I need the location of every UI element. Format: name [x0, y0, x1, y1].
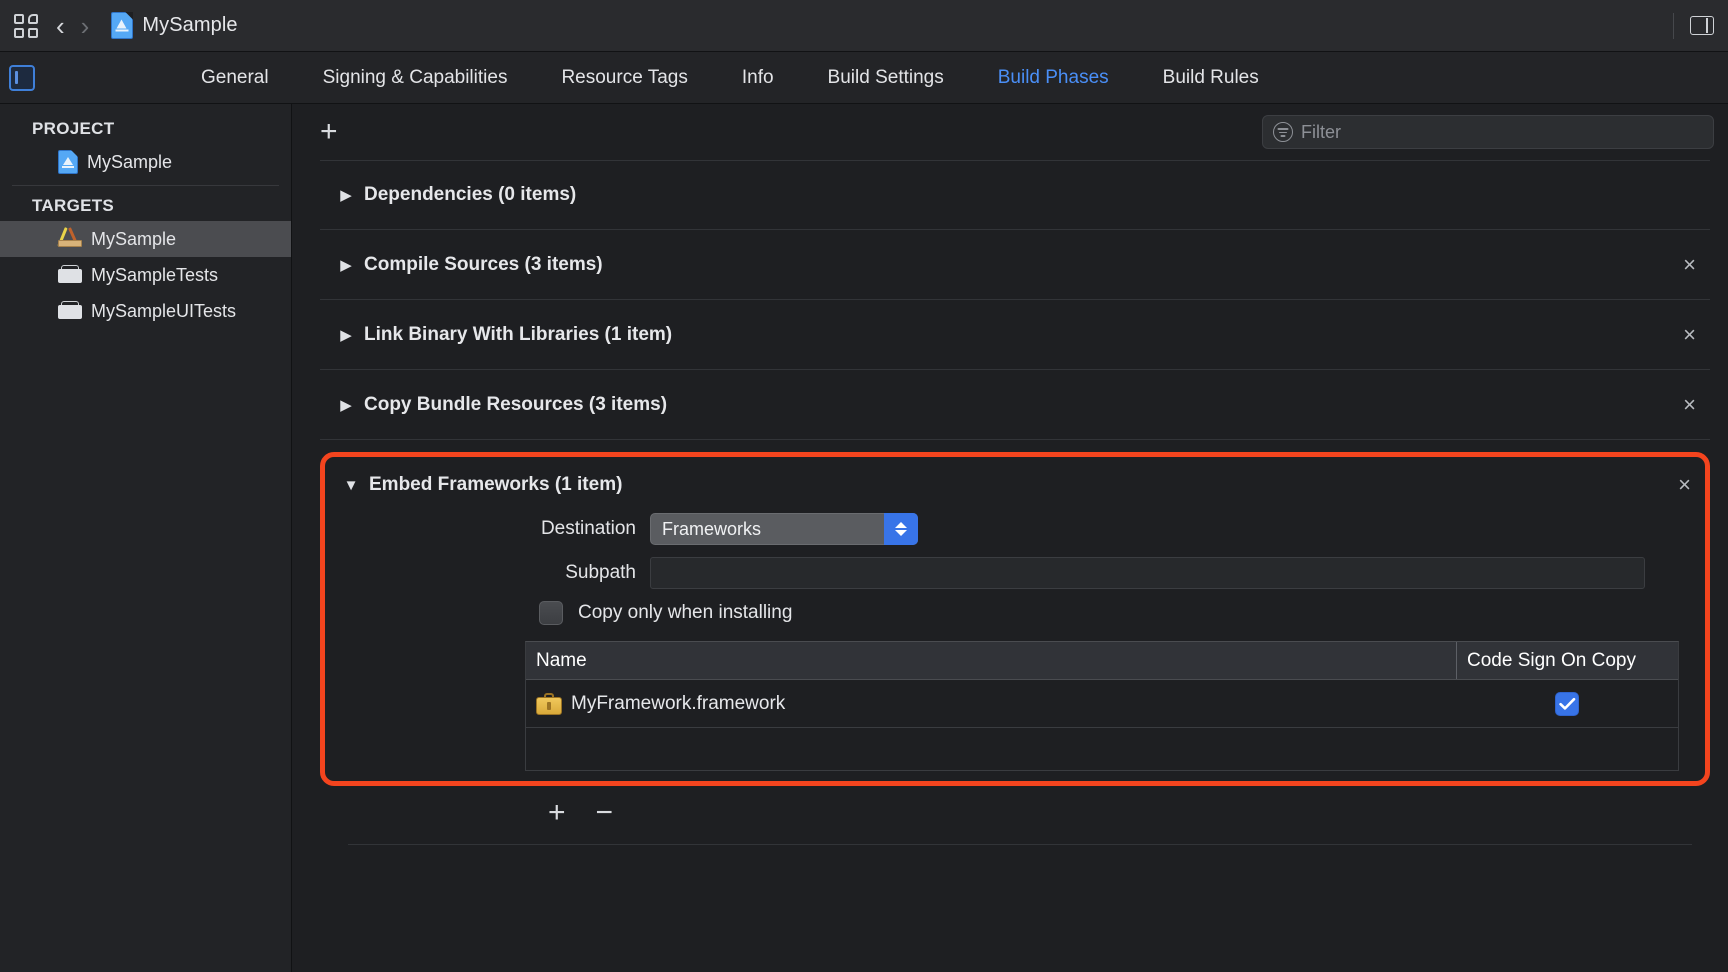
editor-tab-bar: General Signing & Capabilities Resource …: [0, 52, 1728, 104]
sidebar-item-target-mysampletests[interactable]: MySampleTests: [0, 257, 291, 293]
chevron-down-icon[interactable]: ▼: [340, 477, 362, 494]
embed-frameworks-add-remove-controls: + −: [320, 786, 1710, 828]
chevron-right-icon[interactable]: ▶: [335, 326, 357, 344]
subpath-label: Subpath: [565, 562, 636, 583]
test-target-icon: [58, 263, 82, 287]
right-panel-toggle-icon[interactable]: [1690, 16, 1714, 35]
close-icon[interactable]: ×: [1678, 472, 1691, 498]
chevron-right-icon[interactable]: ▶: [335, 396, 357, 414]
destination-select[interactable]: Frameworks: [650, 513, 918, 545]
phase-row-embed-frameworks[interactable]: ▼ Embed Frameworks (1 item) ×: [325, 457, 1705, 513]
tab-build-settings[interactable]: Build Settings: [801, 67, 971, 89]
phase-row-dependencies[interactable]: ▶ Dependencies (0 items): [320, 160, 1710, 230]
grid-squares-icon[interactable]: [14, 13, 40, 39]
copy-only-when-installing-row: Copy only when installing: [325, 601, 1705, 625]
phase-title: Embed Frameworks (1 item): [369, 474, 623, 495]
code-sign-on-copy-checkbox[interactable]: [1555, 691, 1579, 716]
sidebar-item-label: MySampleTests: [91, 264, 219, 285]
plus-icon[interactable]: +: [548, 798, 566, 828]
framework-name: MyFramework.framework: [571, 692, 786, 714]
window-toolbar: ‹ › MySample: [0, 0, 1728, 52]
document-title: MySample: [142, 14, 238, 36]
tab-signing-capabilities[interactable]: Signing & Capabilities: [296, 67, 535, 89]
destination-label: Destination: [540, 518, 636, 539]
destination-row: Destination Frameworks: [325, 513, 1705, 545]
sidebar-section-project: PROJECT: [32, 119, 115, 138]
column-header-name[interactable]: Name: [526, 650, 1456, 672]
phase-title: Compile Sources (3 items): [364, 253, 603, 275]
column-header-code-sign-on-copy[interactable]: Code Sign On Copy: [1456, 642, 1678, 679]
subpath-row: Subpath: [325, 557, 1705, 589]
phase-list: ▶ Dependencies (0 items) ▶ Compile Sourc…: [292, 160, 1728, 972]
copy-only-checkbox[interactable]: [539, 601, 563, 625]
tab-build-rules[interactable]: Build Rules: [1136, 67, 1286, 89]
phase-row-link-binary-with-libraries[interactable]: ▶ Link Binary With Libraries (1 item) ×: [320, 300, 1710, 370]
copy-only-label: Copy only when installing: [578, 602, 793, 623]
embed-frameworks-phase-highlight: ▼ Embed Frameworks (1 item) × Destinatio…: [320, 452, 1710, 786]
close-icon[interactable]: ×: [1683, 322, 1696, 348]
sidebar-item-label: MySampleUITests: [91, 300, 237, 321]
close-icon[interactable]: ×: [1683, 392, 1696, 418]
chevron-right-icon[interactable]: ▶: [335, 256, 357, 274]
close-icon[interactable]: ×: [1683, 252, 1696, 278]
embedded-frameworks-table: Name Code Sign On Copy MyFramework.frame…: [525, 641, 1679, 771]
test-target-icon: [58, 299, 82, 323]
phase-title: Link Binary With Libraries (1 item): [364, 323, 673, 345]
minus-icon[interactable]: −: [596, 798, 614, 828]
chevron-left-icon[interactable]: ‹: [56, 13, 65, 39]
phase-title: Copy Bundle Resources (3 items): [364, 393, 668, 415]
tab-info[interactable]: Info: [715, 67, 801, 89]
framework-name-cell: MyFramework.framework: [526, 692, 1456, 715]
sidebar-item-label: MySample: [91, 228, 177, 249]
sidebar-item-label: MySample: [87, 151, 173, 172]
sidebar-item-target-mysampleuitests[interactable]: MySampleUITests: [0, 293, 291, 329]
xcode-project-icon: [111, 12, 134, 39]
bottom-divider: [348, 844, 1692, 845]
project-targets-sidebar: PROJECT MySample TARGETS MySample MySamp: [0, 104, 292, 972]
plus-icon[interactable]: +: [320, 117, 338, 147]
xcode-project-icon: [58, 150, 78, 174]
filter-container: Filter: [1262, 115, 1714, 149]
tab-resource-tags[interactable]: Resource Tags: [534, 67, 714, 89]
table-header: Name Code Sign On Copy: [526, 642, 1678, 680]
left-panel-toggle-icon[interactable]: [9, 64, 35, 91]
sidebar-section-targets: TARGETS: [32, 196, 115, 215]
sidebar-divider: [12, 185, 279, 186]
toolbar-left-group: ‹ ›: [14, 13, 89, 39]
chevron-right-icon[interactable]: ▶: [335, 186, 357, 204]
tab-list: General Signing & Capabilities Resource …: [174, 67, 1286, 89]
editor-body: PROJECT MySample TARGETS MySample MySamp: [0, 104, 1728, 972]
phase-title: Dependencies (0 items): [364, 184, 577, 205]
app-target-icon: [57, 227, 82, 251]
framework-toolbox-icon: [536, 692, 562, 715]
chevron-up-down-icon[interactable]: [884, 513, 918, 545]
destination-value: Frameworks: [662, 518, 762, 539]
code-sign-cell: [1456, 691, 1678, 716]
breadcrumb[interactable]: MySample: [111, 12, 238, 39]
sidebar-item-target-mysample[interactable]: MySample: [0, 221, 291, 257]
filter-placeholder: Filter: [1301, 121, 1341, 142]
toolbar-divider: [1673, 12, 1674, 39]
tab-general[interactable]: General: [174, 67, 296, 89]
build-phases-pane: + Filter ▶ Dependencies (0 items) ▶ Comp…: [292, 104, 1728, 972]
table-empty-area: [526, 728, 1678, 770]
xcode-window: ‹ › MySample General Signing & Capabilit…: [0, 0, 1728, 972]
sidebar-item-project-mysample[interactable]: MySample: [0, 144, 291, 180]
chevron-right-icon[interactable]: ›: [81, 13, 90, 39]
filter-icon: [1273, 122, 1293, 142]
toolbar-right-group: [1673, 12, 1714, 39]
filter-input[interactable]: Filter: [1262, 115, 1714, 149]
phase-row-copy-bundle-resources[interactable]: ▶ Copy Bundle Resources (3 items) ×: [320, 370, 1710, 440]
tab-build-phases[interactable]: Build Phases: [971, 67, 1136, 89]
table-row[interactable]: MyFramework.framework: [526, 680, 1678, 728]
subpath-input[interactable]: [650, 557, 1645, 589]
build-phases-toolbar: + Filter: [292, 104, 1728, 160]
phase-row-compile-sources[interactable]: ▶ Compile Sources (3 items) ×: [320, 230, 1710, 300]
embed-frameworks-content: Destination Frameworks Subpath Copy only…: [325, 513, 1705, 771]
